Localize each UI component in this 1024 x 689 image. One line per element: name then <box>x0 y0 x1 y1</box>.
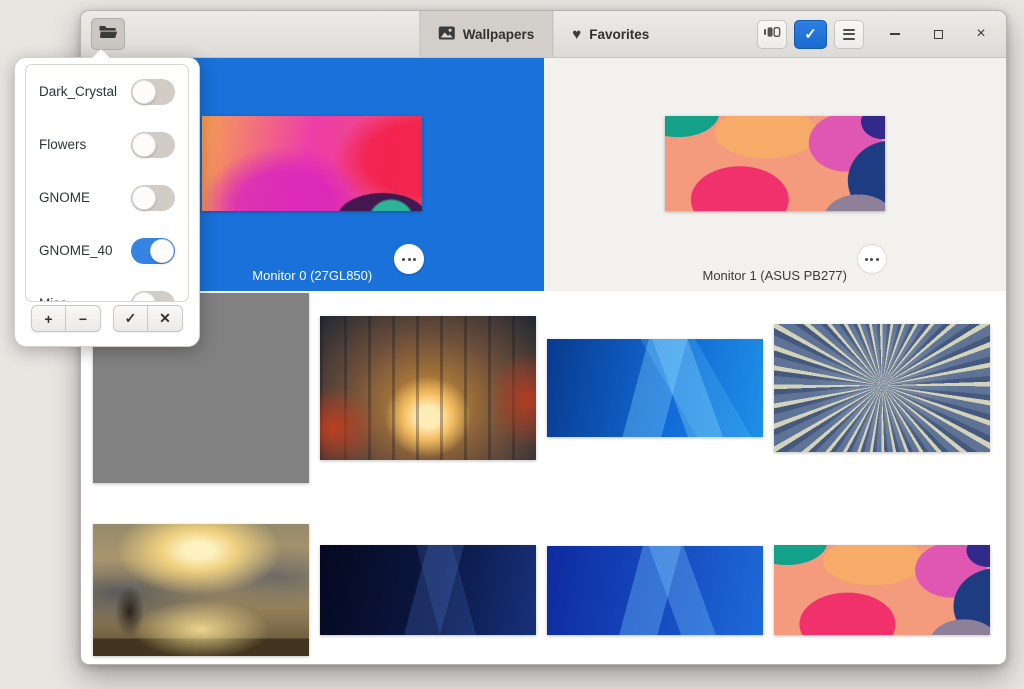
menu-button[interactable] <box>834 20 864 49</box>
wallpaper-thumb-sunset[interactable] <box>93 524 309 656</box>
cancel-button[interactable]: ✕ <box>148 305 183 332</box>
folder-row-gnome: GNOME <box>26 171 188 224</box>
wallpaper-thumb-navy-geometric[interactable] <box>320 545 536 635</box>
hamburger-menu-icon <box>843 29 855 40</box>
folder-row-dark-crystal: Dark_Crystal <box>26 65 188 118</box>
window-controls: × <box>884 22 992 46</box>
more-icon <box>865 258 879 261</box>
folder-row-gnome-40: GNOME_40 <box>26 224 188 277</box>
monitor-0-wallpaper-preview <box>202 116 422 211</box>
checkmark-icon: ✓ <box>804 25 817 43</box>
wallpaper-thumb-forest[interactable] <box>320 316 536 460</box>
close-button[interactable]: × <box>970 22 992 46</box>
folder-sources-button[interactable] <box>91 18 125 50</box>
open-folder-icon <box>98 24 118 45</box>
folder-name: GNOME <box>39 190 90 205</box>
add-folder-button[interactable]: + <box>31 305 66 332</box>
view-switcher: Wallpapers ♥ Favorites <box>419 11 668 57</box>
maximize-button[interactable] <box>927 22 949 46</box>
folder-toggle-switch[interactable] <box>131 185 175 211</box>
apply-button[interactable]: ✓ <box>794 20 827 49</box>
confirm-button[interactable]: ✓ <box>113 305 148 332</box>
view-paged-icon <box>763 24 781 45</box>
hydrapaper-window: Wallpapers ♥ Favorites <box>80 10 1007 665</box>
popover-actions: + − ✓ ✕ <box>31 305 183 332</box>
folder-toggle-switch[interactable] <box>131 132 175 158</box>
heart-icon: ♥ <box>572 26 581 43</box>
folder-name: Dark_Crystal <box>39 84 117 99</box>
wallpaper-grid: ♥ <box>81 291 1006 664</box>
monitor-selector: Monitor 0 (27GL850) Monitor 1 (ASUS PB27… <box>81 58 1006 291</box>
folder-row-misc: Misc <box>26 277 188 302</box>
grid-row-1 <box>81 293 1006 483</box>
confirm-cancel-group: ✓ ✕ <box>113 305 183 332</box>
close-icon: × <box>976 25 985 43</box>
folder-toggle-switch[interactable] <box>131 291 175 303</box>
folder-toggle-switch[interactable] <box>131 79 175 105</box>
headerbar: Wallpapers ♥ Favorites <box>81 11 1006 58</box>
tab-wallpapers[interactable]: Wallpapers <box>419 11 554 57</box>
wallpaper-thumb-aerial-forest[interactable] <box>774 324 990 452</box>
grid-row-2: ♥ <box>81 524 1006 656</box>
remove-folder-button[interactable]: − <box>66 305 101 332</box>
desktop-background: Wallpapers ♥ Favorites <box>0 0 1024 689</box>
monitor-1-cell[interactable]: Monitor 1 (ASUS PB277) <box>544 58 1007 291</box>
tab-wallpapers-label: Wallpapers <box>463 27 535 42</box>
maximize-icon <box>934 30 943 39</box>
tab-favorites[interactable]: ♥ Favorites <box>553 11 668 57</box>
folder-name: Flowers <box>39 137 86 152</box>
add-remove-group: + − <box>31 305 101 332</box>
monitor-1-label: Monitor 1 (ASUS PB277) <box>544 268 1007 283</box>
wallpaper-thumb-royal-geometric[interactable] <box>547 546 763 635</box>
folder-name: GNOME_40 <box>39 243 113 258</box>
folders-popover: Dark_Crystal Flowers GNOME GNOME_40 Misc <box>14 57 200 347</box>
folder-row-flowers: Flowers <box>26 118 188 171</box>
wallpaper-thumb-blue-geometric[interactable] <box>547 339 763 437</box>
header-actions: ✓ × <box>757 11 992 57</box>
wallpaper-mode-button[interactable] <box>757 20 787 49</box>
minimize-button[interactable] <box>884 22 906 46</box>
tab-favorites-label: Favorites <box>589 27 649 42</box>
minimize-icon <box>890 33 900 35</box>
popover-arrow <box>92 49 110 58</box>
folder-toggle-switch[interactable] <box>131 238 175 264</box>
folder-list: Dark_Crystal Flowers GNOME GNOME_40 Misc <box>25 64 189 302</box>
folder-name: Misc <box>39 296 67 302</box>
image-icon <box>438 26 455 43</box>
wallpaper-thumb-gnome40[interactable]: ♥ <box>774 545 990 635</box>
more-icon <box>402 258 416 261</box>
monitor-1-wallpaper-preview <box>665 116 885 211</box>
